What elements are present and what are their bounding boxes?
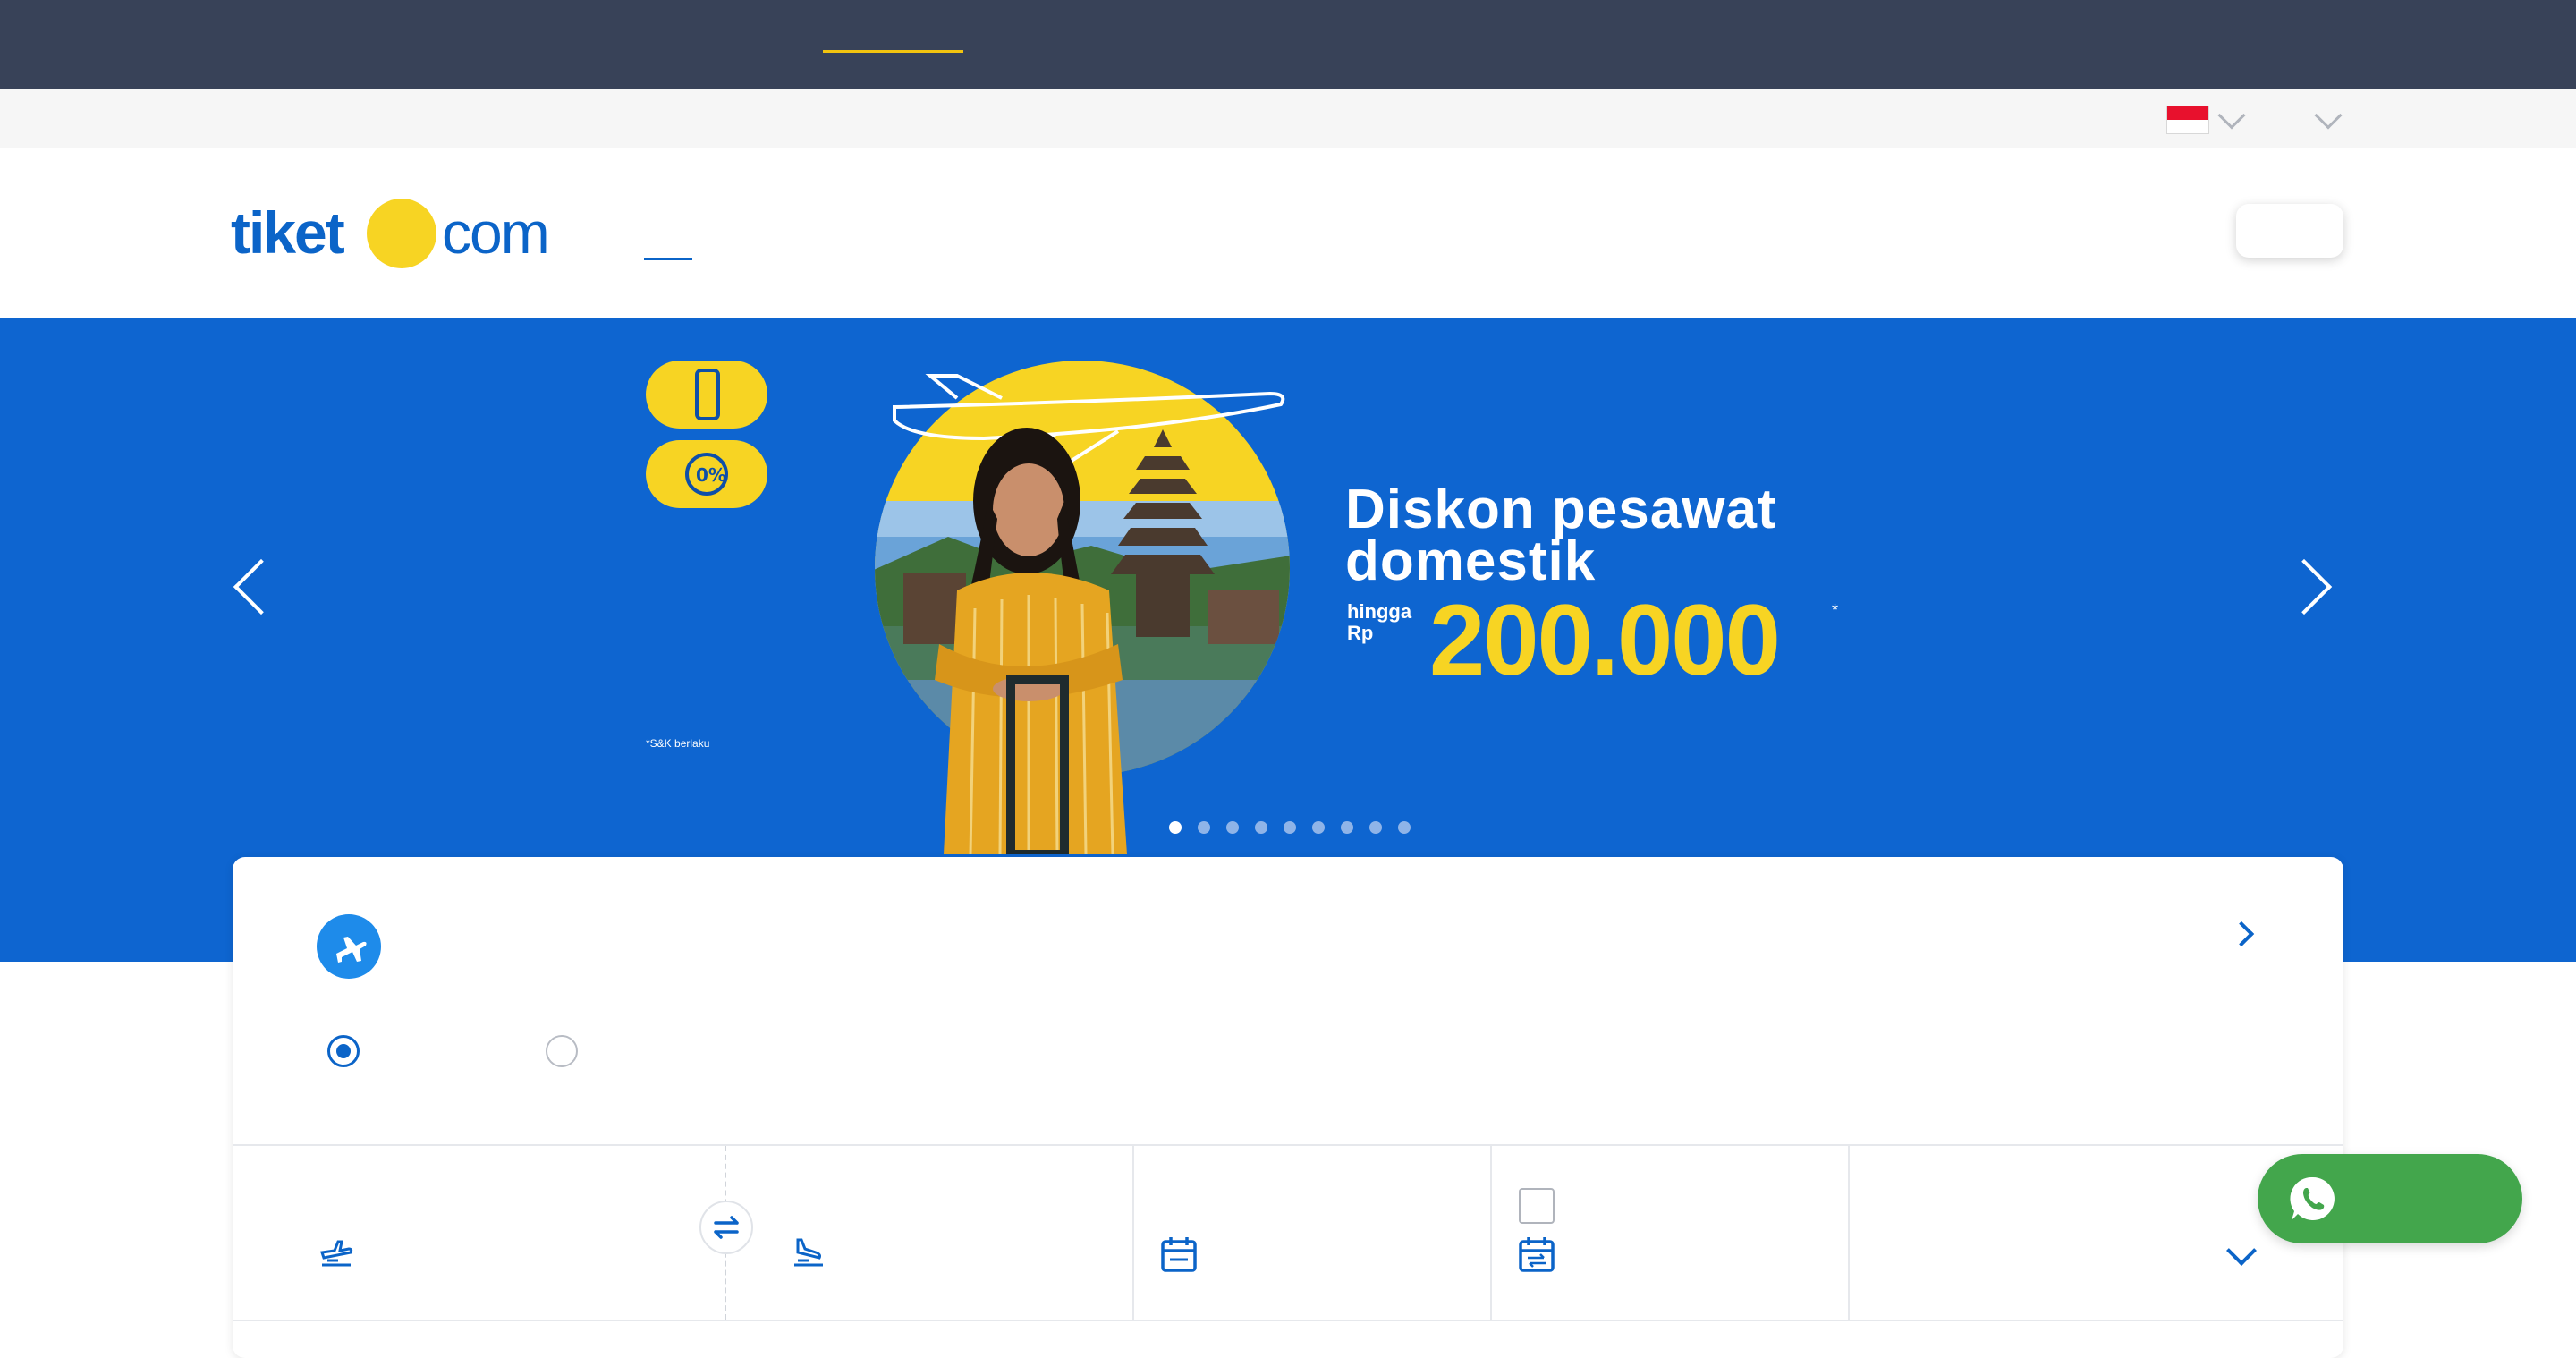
carousel-dots (1169, 821, 1411, 834)
tiket-logo[interactable]: tiket com (231, 197, 562, 277)
product-plane-icon (317, 914, 381, 979)
calendar-return-icon (1519, 1237, 1555, 1272)
return-date-checkbox[interactable] (1519, 1188, 1555, 1224)
banner-price-amount: 200.000 (1429, 584, 1781, 696)
logo-dot (367, 199, 436, 268)
carousel-dot[interactable] (1255, 821, 1267, 834)
calendar-icon (1161, 1237, 1197, 1272)
whatsapp-icon (2290, 1176, 2334, 1220)
carousel-dot[interactable] (1312, 821, 1325, 834)
carousel-dot[interactable] (1398, 821, 1411, 834)
carousel-dot[interactable] (1169, 821, 1182, 834)
departure-date-field[interactable] (1134, 1148, 1488, 1320)
departure-plane-icon (320, 1240, 353, 1267)
carousel-dot[interactable] (1198, 821, 1210, 834)
carousel-dot[interactable] (1369, 821, 1382, 834)
banner-headline-line1: Diskon pesawat (1345, 479, 1777, 540)
active-tab-indicator[interactable] (823, 50, 963, 53)
login-button[interactable] (2236, 204, 2343, 258)
banner-tnc: *S&K berlaku (646, 737, 710, 750)
carousel-dot[interactable] (1341, 821, 1353, 834)
banner-headline-line2: domestik (1345, 530, 1597, 592)
arrival-plane-icon (794, 1238, 823, 1267)
banner-price-prefix: hingga Rp (1347, 600, 1412, 644)
carousel-dot[interactable] (1284, 821, 1296, 834)
logo-text-right: com (442, 199, 550, 266)
one-way-radio[interactable] (327, 1035, 360, 1067)
destination-field[interactable] (726, 1148, 1131, 1320)
top-navigation-bar (0, 0, 2576, 89)
banner-asterisk: * (1832, 601, 1839, 619)
active-nav-indicator[interactable] (644, 258, 692, 260)
origin-field[interactable] (234, 1148, 723, 1320)
zero-percent-text: 0% (696, 464, 726, 486)
return-date-field[interactable] (1492, 1148, 1846, 1320)
logo-text-left: tiket (231, 199, 345, 266)
indonesia-flag-icon[interactable] (2166, 106, 2209, 134)
carousel-dot[interactable] (1226, 821, 1239, 834)
round-trip-radio[interactable] (546, 1035, 578, 1067)
